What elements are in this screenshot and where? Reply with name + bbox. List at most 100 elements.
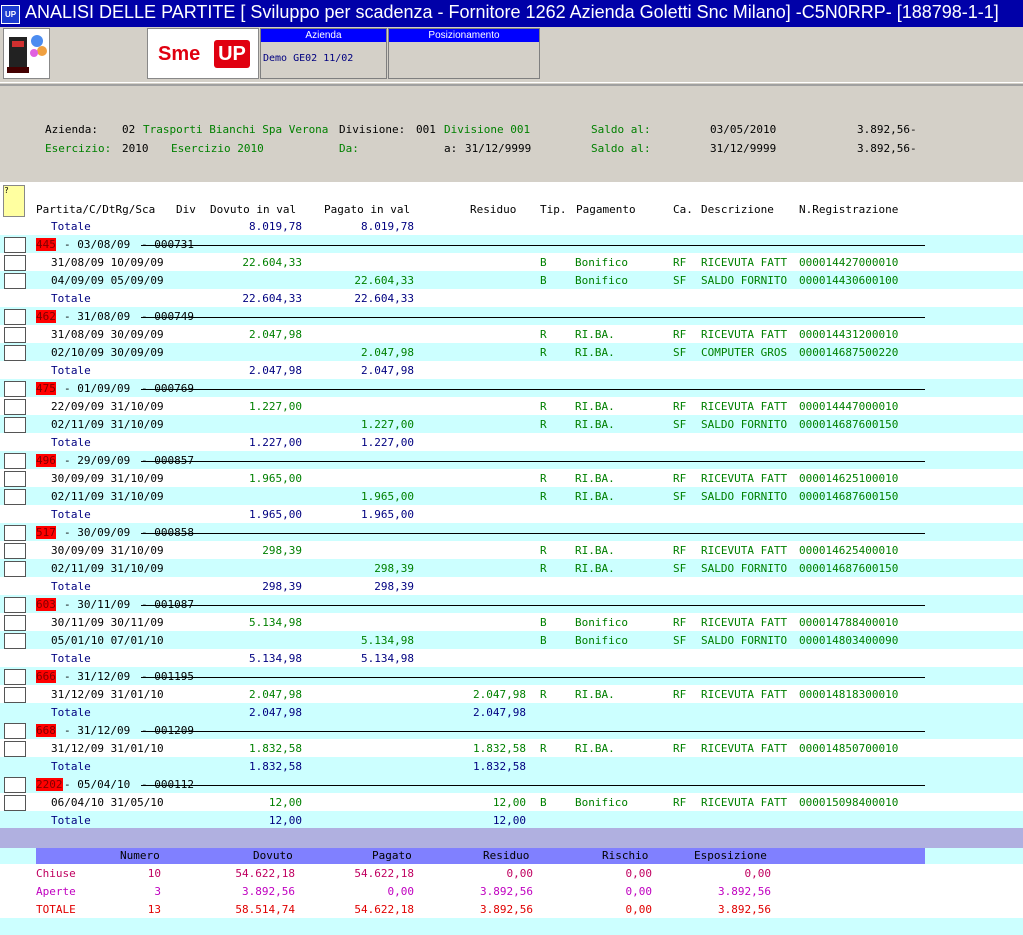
detail-row[interactable]: 31/08/09 30/09/09 2.047,98 R RI.BA. RF RICEVU… — [0, 325, 1023, 343]
azienda-panel-header: Azienda — [261, 29, 386, 42]
app-icon[interactable] — [3, 28, 50, 79]
col-residuo: Residuo — [470, 203, 517, 216]
row-select-checkbox[interactable] — [4, 273, 26, 289]
row-select-checkbox[interactable] — [4, 615, 26, 631]
detail-dates: 30/09/09 31/10/09 — [51, 472, 164, 485]
detail-nreg: 000014687500220 — [799, 346, 899, 359]
row-select-checkbox[interactable] — [4, 471, 26, 487]
detail-pagato: 22.604,33 — [354, 274, 414, 287]
detail-row[interactable]: 04/09/09 05/09/09 22.604,33 B Bonifico SF SAL… — [0, 271, 1023, 289]
detail-row[interactable]: 30/09/09 31/10/09 298,39 R RI.BA. RF RICEVUTA… — [0, 541, 1023, 559]
detail-tip: R — [540, 490, 547, 503]
azienda-panel[interactable]: Azienda Demo GE02 11/02 — [260, 28, 387, 79]
row-select-checkbox[interactable] — [4, 255, 26, 271]
summary-label: TOTALE — [36, 903, 76, 916]
brand-up: UP — [214, 40, 250, 68]
row-select-checkbox[interactable] — [4, 309, 26, 325]
row-select-checkbox[interactable] — [4, 345, 26, 361]
row-select-checkbox[interactable] — [4, 597, 26, 613]
detail-row[interactable]: 02/11/09 31/10/09 298,39 R RI.BA. SF SALDO FO… — [0, 559, 1023, 577]
detail-row[interactable]: 31/12/09 31/01/10 2.047,98 2.047,98 R RI.BA.… — [0, 685, 1023, 703]
detail-ca: SF — [673, 490, 687, 503]
summary-residuo: 3.892,56 — [480, 885, 533, 898]
group-header-row[interactable]: 517- 30/09/09- 000858 — [0, 523, 1023, 541]
detail-ca: SF — [673, 346, 687, 359]
col-ca: Ca. — [673, 203, 693, 216]
summary-rischio: 0,00 — [625, 885, 653, 898]
row-select-checkbox[interactable] — [4, 453, 26, 469]
azienda-code: 02 — [122, 123, 136, 136]
row-select-checkbox[interactable] — [4, 669, 26, 685]
detail-row[interactable]: 30/09/09 31/10/09 1.965,00 R RI.BA. RF RICEVU… — [0, 469, 1023, 487]
row-select-checkbox[interactable] — [4, 381, 26, 397]
summary-numero: 13 — [147, 903, 161, 916]
row-select-checkbox[interactable] — [4, 741, 26, 757]
row-select-checkbox[interactable] — [4, 561, 26, 577]
total-label: Totale — [51, 292, 91, 305]
row-select-checkbox[interactable] — [4, 237, 26, 253]
detail-nreg: 000014427000010 — [799, 256, 899, 269]
posizionamento-panel[interactable]: Posizionamento — [388, 28, 540, 79]
row-select-checkbox[interactable] — [4, 525, 26, 541]
row-select-checkbox[interactable] — [4, 633, 26, 649]
saldo2-label: Saldo al: — [591, 142, 651, 155]
summary-dovuto: 54.622,18 — [235, 867, 295, 880]
detail-row[interactable]: 05/01/10 07/01/10 5.134,98 B Bonifico SF SALD… — [0, 631, 1023, 649]
group-header-row[interactable]: 2202- 05/04/10- 000112 — [0, 775, 1023, 793]
total-row: Totale 298,39 298,39 — [0, 577, 1023, 595]
computer-user-icon — [7, 35, 47, 73]
detail-tip: R — [540, 688, 547, 701]
partita-date: - 30/11/09 — [64, 598, 131, 611]
row-select-checkbox[interactable] — [4, 489, 26, 505]
group-header-row[interactable]: 668- 31/12/09- 001209 — [0, 721, 1023, 739]
summary-esposizione: 3.892,56 — [718, 885, 771, 898]
row-select-checkbox[interactable] — [4, 417, 26, 433]
detail-descrizione: SALDO FORNITO — [701, 418, 788, 431]
detail-row[interactable]: 31/08/09 10/09/09 22.604,33 B Bonifico RF RIC… — [0, 253, 1023, 271]
total-label: Totale — [51, 508, 91, 521]
detail-pagamento: RI.BA. — [575, 562, 615, 575]
detail-ca: RF — [673, 328, 687, 341]
row-select-checkbox[interactable] — [4, 687, 26, 703]
group-header-row[interactable]: 445- 03/08/09- 000731 — [0, 235, 1023, 253]
detail-dates: 05/01/10 07/01/10 — [51, 634, 164, 647]
group-header-row[interactable]: 496- 29/09/09- 000857 — [0, 451, 1023, 469]
detail-dates: 31/08/09 30/09/09 — [51, 328, 164, 341]
detail-row[interactable]: 02/11/09 31/10/09 1.227,00 R RI.BA. SF SALDO … — [0, 415, 1023, 433]
row-select-checkbox[interactable] — [4, 777, 26, 793]
da-label: Da: — [339, 142, 359, 155]
group-header-row[interactable]: 666- 31/12/09- 001195 — [0, 667, 1023, 685]
group-header-row[interactable]: 462- 31/08/09- 000749 — [0, 307, 1023, 325]
summary-pagato: 54.622,18 — [354, 867, 414, 880]
detail-row[interactable]: 06/04/10 31/05/10 12,00 12,00 B Bonifico RF RI… — [0, 793, 1023, 811]
detail-residuo: 1.832,58 — [473, 742, 526, 755]
detail-dates: 30/09/09 31/10/09 — [51, 544, 164, 557]
detail-nreg: 000014625400010 — [799, 544, 899, 557]
detail-dates: 02/11/09 31/10/09 — [51, 562, 164, 575]
total-dovuto: 8.019,78 — [249, 220, 302, 233]
detail-pagamento: RI.BA. — [575, 346, 615, 359]
detail-row[interactable]: 22/09/09 31/10/09 1.227,00 R RI.BA. RF RICEVU… — [0, 397, 1023, 415]
total-row: Totale 8.019,78 8.019,78 — [0, 217, 1023, 235]
partita-date: - 05/04/10 — [64, 778, 131, 791]
detail-row[interactable]: 02/10/09 30/09/09 2.047,98 R RI.BA. SF COMPUT… — [0, 343, 1023, 361]
detail-row[interactable]: 02/11/09 31/10/09 1.965,00 R RI.BA. SF SALDO … — [0, 487, 1023, 505]
detail-ca: RF — [673, 616, 687, 629]
row-select-checkbox[interactable] — [4, 723, 26, 739]
detail-pagamento: RI.BA. — [575, 400, 615, 413]
detail-descrizione: RICEVUTA FATT — [701, 544, 788, 557]
group-header-row[interactable]: 603- 30/11/09- 001087 — [0, 595, 1023, 613]
summary-header: Numero Dovuto Pagato Residuo Rischio Esp… — [36, 848, 925, 864]
row-select-checkbox[interactable] — [4, 399, 26, 415]
group-header-row[interactable]: 475- 01/09/09- 000769 — [0, 379, 1023, 397]
row-select-checkbox[interactable] — [4, 543, 26, 559]
help-button[interactable]: ? — [3, 185, 25, 217]
row-select-checkbox[interactable] — [4, 327, 26, 343]
detail-row[interactable]: 31/12/09 31/01/10 1.832,58 1.832,58 R RI.BA.… — [0, 739, 1023, 757]
col-div: Div — [176, 203, 196, 216]
detail-row[interactable]: 30/11/09 30/11/09 5.134,98 B Bonifico RF RICE… — [0, 613, 1023, 631]
detail-nreg: 000014687600150 — [799, 562, 899, 575]
total-dovuto: 2.047,98 — [249, 364, 302, 377]
row-select-checkbox[interactable] — [4, 795, 26, 811]
partita-number: 475 — [36, 382, 56, 395]
